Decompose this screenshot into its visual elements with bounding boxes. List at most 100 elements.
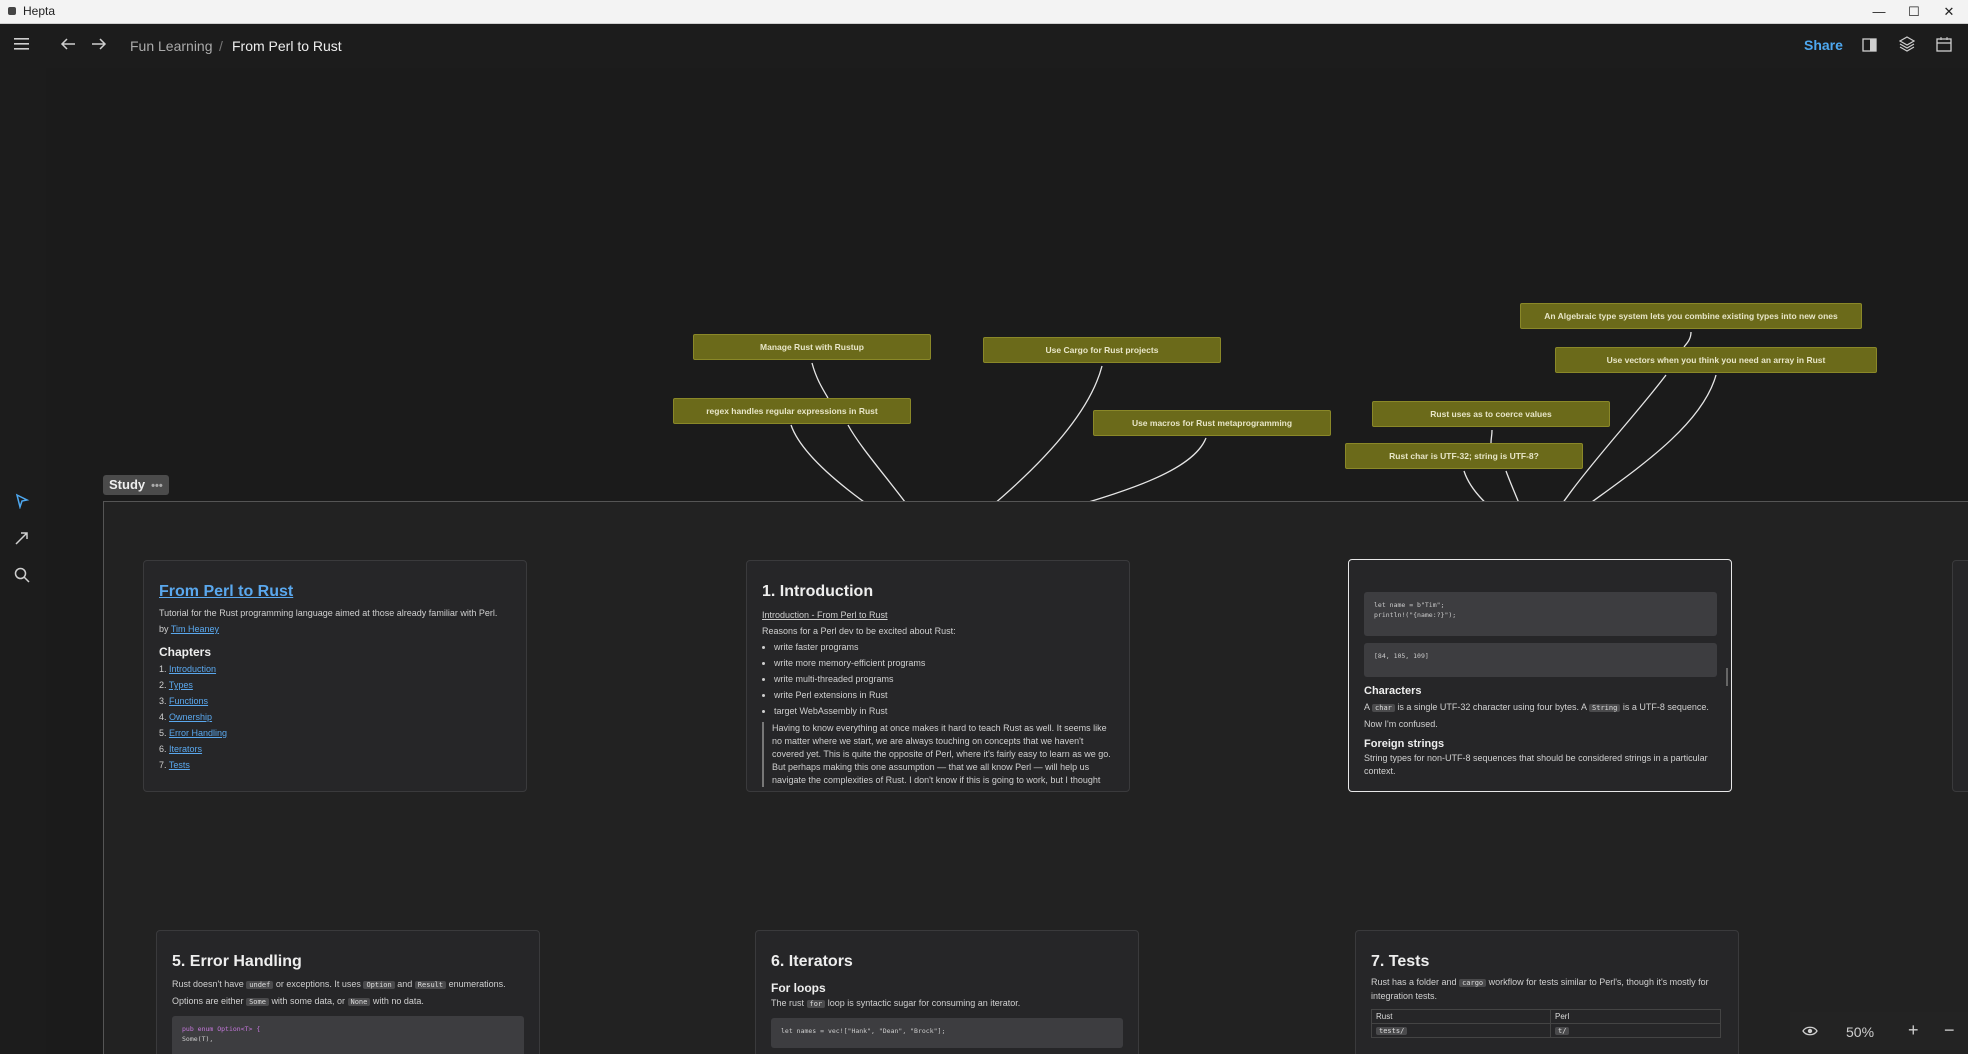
chapter-num: 4. bbox=[159, 712, 167, 722]
arrow-left-icon[interactable] bbox=[60, 36, 76, 56]
inline-code: Option bbox=[363, 981, 395, 989]
chapter-num: 2. bbox=[159, 680, 167, 690]
zoom-level[interactable]: 50% bbox=[1846, 1024, 1874, 1040]
layers-icon[interactable] bbox=[1898, 36, 1916, 57]
frame-label[interactable]: Study ••• bbox=[103, 475, 169, 495]
inline-code: cargo bbox=[1459, 979, 1487, 987]
chapter-link[interactable]: Error Handling bbox=[169, 728, 227, 738]
table-header: Rust bbox=[1371, 1009, 1551, 1024]
card-error-handling[interactable]: 5. Error Handling Rust doesn't have unde… bbox=[156, 930, 540, 1054]
inline-code: tests/ bbox=[1376, 1027, 1408, 1035]
inline-code: None bbox=[347, 998, 371, 1006]
list-item: write faster programs bbox=[774, 639, 1114, 655]
list-item: 5. Error Handling bbox=[159, 725, 511, 741]
intro-quote: Having to know everything at once makes … bbox=[762, 722, 1114, 787]
characters-heading: Characters bbox=[1364, 685, 1422, 697]
author-line: by Tim Heaney bbox=[159, 621, 511, 637]
text-fragment: or exceptions. It uses bbox=[275, 979, 361, 989]
note-macros[interactable]: Use macros for Rust metaprogramming bbox=[1093, 410, 1331, 436]
frame-menu[interactable]: ••• bbox=[151, 480, 163, 492]
card-title: 6. Iterators bbox=[771, 953, 853, 970]
inline-code: t/ bbox=[1555, 1027, 1570, 1035]
text-fragment: loop is syntactic sugar for consuming an… bbox=[827, 998, 1021, 1008]
card-tests[interactable]: 7. Tests Rust has a folder and cargo wor… bbox=[1355, 930, 1739, 1054]
text-fragment: is a single UTF-32 character using four … bbox=[1397, 702, 1587, 712]
note-rustup[interactable]: Manage Rust with Rustup bbox=[693, 334, 931, 360]
table-cell: tests/ bbox=[1371, 1023, 1551, 1038]
inline-code: Result bbox=[414, 981, 447, 989]
eye-icon[interactable] bbox=[1802, 1024, 1818, 1041]
close-button[interactable]: ✕ bbox=[1934, 0, 1964, 23]
card-title: 1. Introduction bbox=[762, 583, 874, 600]
zoom-in-button[interactable]: + bbox=[1908, 1020, 1919, 1041]
note-coerce[interactable]: Rust uses as to coerce values bbox=[1372, 401, 1610, 427]
note-regex[interactable]: regex handles regular expressions in Rus… bbox=[673, 398, 911, 424]
list-item: write more memory-efficient programs bbox=[774, 655, 1114, 671]
chapter-link[interactable]: Types bbox=[169, 680, 193, 690]
for-loops-heading: For loops bbox=[771, 981, 826, 995]
text-fragment: workflow for tests similar to Perl's, th… bbox=[1488, 977, 1709, 987]
list-item: target WebAssembly in Rust bbox=[774, 703, 1114, 719]
app-icon bbox=[8, 7, 16, 15]
list-item: 7. Tests bbox=[159, 757, 511, 773]
list-item: 1. Introduction bbox=[159, 661, 511, 677]
list-item: 3. Functions bbox=[159, 693, 511, 709]
zoom-bar: 50% + − bbox=[1790, 1012, 1968, 1054]
card-title[interactable]: From Perl to Rust bbox=[159, 583, 511, 601]
tool-sidebar bbox=[0, 68, 46, 1054]
chapter-link[interactable]: Introduction bbox=[169, 664, 216, 674]
chapter-num: 5. bbox=[159, 728, 167, 738]
breadcrumb-current: From Perl to Rust bbox=[232, 38, 342, 54]
scrollbar[interactable] bbox=[1726, 668, 1728, 686]
foreign-strings-heading: Foreign strings bbox=[1364, 738, 1445, 750]
whiteboard-canvas[interactable]: Manage Rust with Rustup regex handles re… bbox=[46, 68, 1968, 1054]
chapter-link[interactable]: Functions bbox=[169, 696, 208, 706]
panel-icon[interactable] bbox=[1862, 37, 1878, 57]
list-item: 6. Iterators bbox=[159, 741, 511, 757]
text-fragment: with some data, or bbox=[271, 996, 345, 1006]
frame-title: Study bbox=[109, 477, 146, 492]
card-iterators[interactable]: 6. Iterators For loops The rust for loop… bbox=[755, 930, 1139, 1054]
card-title: 5. Error Handling bbox=[172, 953, 302, 970]
characters-note: Now I'm confused. bbox=[1364, 719, 1438, 729]
arrow-right-icon[interactable] bbox=[91, 36, 107, 56]
chapter-link[interactable]: Tests bbox=[169, 760, 190, 770]
output-block: [84, 105, 109] bbox=[1364, 643, 1717, 677]
menu-icon[interactable] bbox=[14, 36, 30, 56]
card-introduction[interactable]: 1. Introduction Introduction - From Perl… bbox=[746, 560, 1130, 792]
share-button[interactable]: Share bbox=[1804, 37, 1843, 53]
card-offscreen[interactable] bbox=[1952, 560, 1968, 792]
calendar-icon[interactable] bbox=[1936, 37, 1952, 57]
code-line: let names = vec!["Hank", "Dean", "Brock"… bbox=[781, 1027, 946, 1035]
search-icon[interactable] bbox=[14, 567, 30, 588]
chapter-link[interactable]: Ownership bbox=[169, 712, 212, 722]
breadcrumb-separator: / bbox=[219, 38, 223, 54]
note-algebraic-types[interactable]: An Algebraic type system lets you combin… bbox=[1520, 303, 1862, 329]
card-description: Tutorial for the Rust programming langua… bbox=[159, 608, 498, 618]
intro-lead: Reasons for a Perl dev to be excited abo… bbox=[762, 626, 956, 636]
iter-line-1: The rust for loop is syntactic sugar for… bbox=[771, 995, 1123, 1012]
error-line-1: Rust doesn't have undef or exceptions. I… bbox=[172, 976, 524, 993]
card-from-perl-to-rust[interactable]: From Perl to Rust Tutorial for the Rust … bbox=[143, 560, 527, 792]
card-title: 7. Tests bbox=[1371, 953, 1430, 970]
note-cargo[interactable]: Use Cargo for Rust projects bbox=[983, 337, 1221, 363]
chapter-link[interactable]: Iterators bbox=[169, 744, 202, 754]
arrow-tool-icon[interactable] bbox=[14, 530, 30, 551]
chapters-heading: Chapters bbox=[159, 645, 212, 659]
pointer-icon[interactable] bbox=[14, 493, 30, 514]
code-line: println!("{name:?}"); bbox=[1374, 611, 1457, 619]
minimize-button[interactable]: — bbox=[1864, 0, 1894, 23]
tests-line-1: Rust has a folder and cargo workflow for… bbox=[1371, 976, 1723, 990]
table-cell: t/ bbox=[1550, 1023, 1721, 1038]
zoom-out-button[interactable]: − bbox=[1944, 1020, 1955, 1041]
note-utf[interactable]: Rust char is UTF-32; string is UTF-8? bbox=[1345, 443, 1583, 469]
intro-link[interactable]: Introduction - From Perl to Rust bbox=[762, 607, 1114, 623]
note-vectors[interactable]: Use vectors when you think you need an a… bbox=[1555, 347, 1877, 373]
inline-code: Some bbox=[246, 998, 269, 1006]
maximize-button[interactable]: ☐ bbox=[1899, 0, 1929, 23]
card-characters[interactable]: let name = b"Tim"; println!("{name:?}");… bbox=[1348, 559, 1732, 792]
code-block: pub enum Option<T> { Some(T), bbox=[172, 1016, 524, 1054]
author-link[interactable]: Tim Heaney bbox=[171, 624, 219, 634]
inline-code: for bbox=[806, 1000, 826, 1008]
breadcrumb-parent[interactable]: Fun Learning bbox=[130, 38, 213, 54]
